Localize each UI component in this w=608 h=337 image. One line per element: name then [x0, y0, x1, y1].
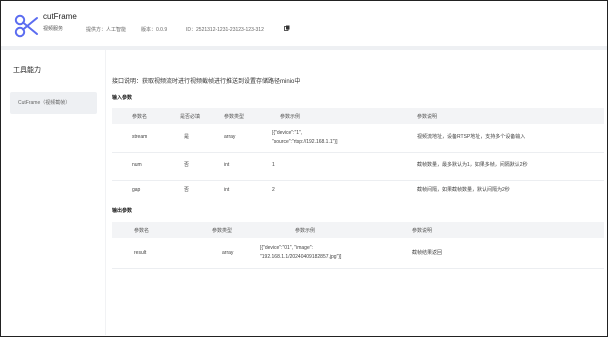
- output-params-table: 参数名 参数类型 参数示例 参数说明 result array [{"devic…: [112, 222, 604, 269]
- provider-value: 人工智能: [106, 27, 127, 33]
- table-row: gap 否 int 2 截帧间隔，如果截帧数量，默认间隔为2秒: [112, 180, 604, 208]
- table-row: num 否 int 1 截帧数量，最多默认为1，如果多帧，间隔默认2秒: [112, 152, 604, 181]
- col-param-desc: 参数说明: [417, 114, 438, 120]
- col-param-type: 参数类型: [212, 228, 233, 234]
- param-example: 2: [272, 187, 275, 193]
- param-name: gap: [132, 187, 141, 193]
- version-value: 0.0.9: [156, 27, 168, 33]
- param-required: 否: [184, 162, 190, 168]
- param-desc: 截帧间隔，如果截帧数量，默认间隔为2秒: [417, 187, 510, 193]
- col-required: 是否必填: [180, 114, 201, 120]
- param-type: array: [222, 250, 234, 256]
- param-name: num: [132, 162, 142, 168]
- col-param-type: 参数类型: [224, 114, 245, 120]
- param-type: array: [224, 134, 236, 140]
- api-description: 接口说明：获取视频流时进行视频截帧进行推送到设置存储路径minio中: [112, 79, 301, 85]
- table-row: result array [{"device":"01", "image": "…: [112, 238, 604, 269]
- nav-divider: [105, 50, 106, 335]
- input-params-title: 输入参数: [112, 95, 133, 101]
- table-row: stream 是 array [{"device":"1", "source":…: [112, 124, 604, 153]
- param-type: int: [224, 162, 230, 168]
- col-param-name: 参数名: [132, 114, 148, 120]
- id-value: 2521312-1231-23123-123-312: [196, 27, 264, 33]
- tool-header: cutFrame 视频服务 提供方：人工智能 版本：0.0.9 ID：25213…: [1, 1, 607, 47]
- tool-name: cutFrame: [43, 12, 77, 21]
- param-type: int: [224, 187, 230, 193]
- header-divider: [1, 46, 607, 50]
- param-desc: 截帧数量，最多默认为1，如果多帧，间隔默认2秒: [417, 162, 528, 168]
- capabilities-title: 工具能力: [13, 67, 41, 74]
- col-param-example: 参数示例: [280, 114, 301, 120]
- copy-icon[interactable]: [284, 25, 290, 31]
- param-example: 1: [272, 162, 275, 168]
- param-name: result: [134, 250, 147, 256]
- param-desc: 视频流地址，设备RTSP地址，支持多个设备输入: [417, 134, 526, 140]
- output-table-header: 参数名 参数类型 参数示例 参数说明: [112, 222, 604, 238]
- col-param-example: 参数示例: [295, 228, 316, 234]
- provider-label: 提供方：人工智能: [86, 27, 127, 33]
- col-param-desc: 参数说明: [412, 228, 433, 234]
- param-desc: 截帧结果返回: [412, 250, 443, 256]
- id-label: ID：2521312-1231-23123-123-312: [186, 27, 264, 33]
- param-required: 否: [184, 187, 190, 193]
- param-name: stream: [132, 134, 148, 140]
- param-required: 是: [184, 134, 190, 140]
- scissors-icon: [14, 14, 38, 38]
- param-example-line1: [{"device":"1",: [272, 130, 303, 136]
- version-label: 版本：0.0.9: [141, 27, 168, 33]
- param-example-line2: "source":"rtsp://192.168.1.1"}]: [272, 139, 338, 145]
- nav-item-cutframe[interactable]: CutFrame（视频截帧）: [10, 92, 97, 114]
- output-params-title: 输出参数: [112, 208, 133, 214]
- param-example-line1: [{"device":"01", "image":: [260, 245, 313, 251]
- tool-category: 视频服务: [43, 26, 64, 32]
- param-example-line2: "192.168.1.1/20240409182857.jpg"}]: [260, 254, 342, 260]
- nav-item-label: CutFrame（视频截帧）: [18, 100, 71, 106]
- input-table-header: 参数名 是否必填 参数类型 参数示例 参数说明: [112, 108, 604, 124]
- col-param-name: 参数名: [134, 228, 150, 234]
- input-params-table: 参数名 是否必填 参数类型 参数示例 参数说明 stream 是 array […: [112, 108, 604, 200]
